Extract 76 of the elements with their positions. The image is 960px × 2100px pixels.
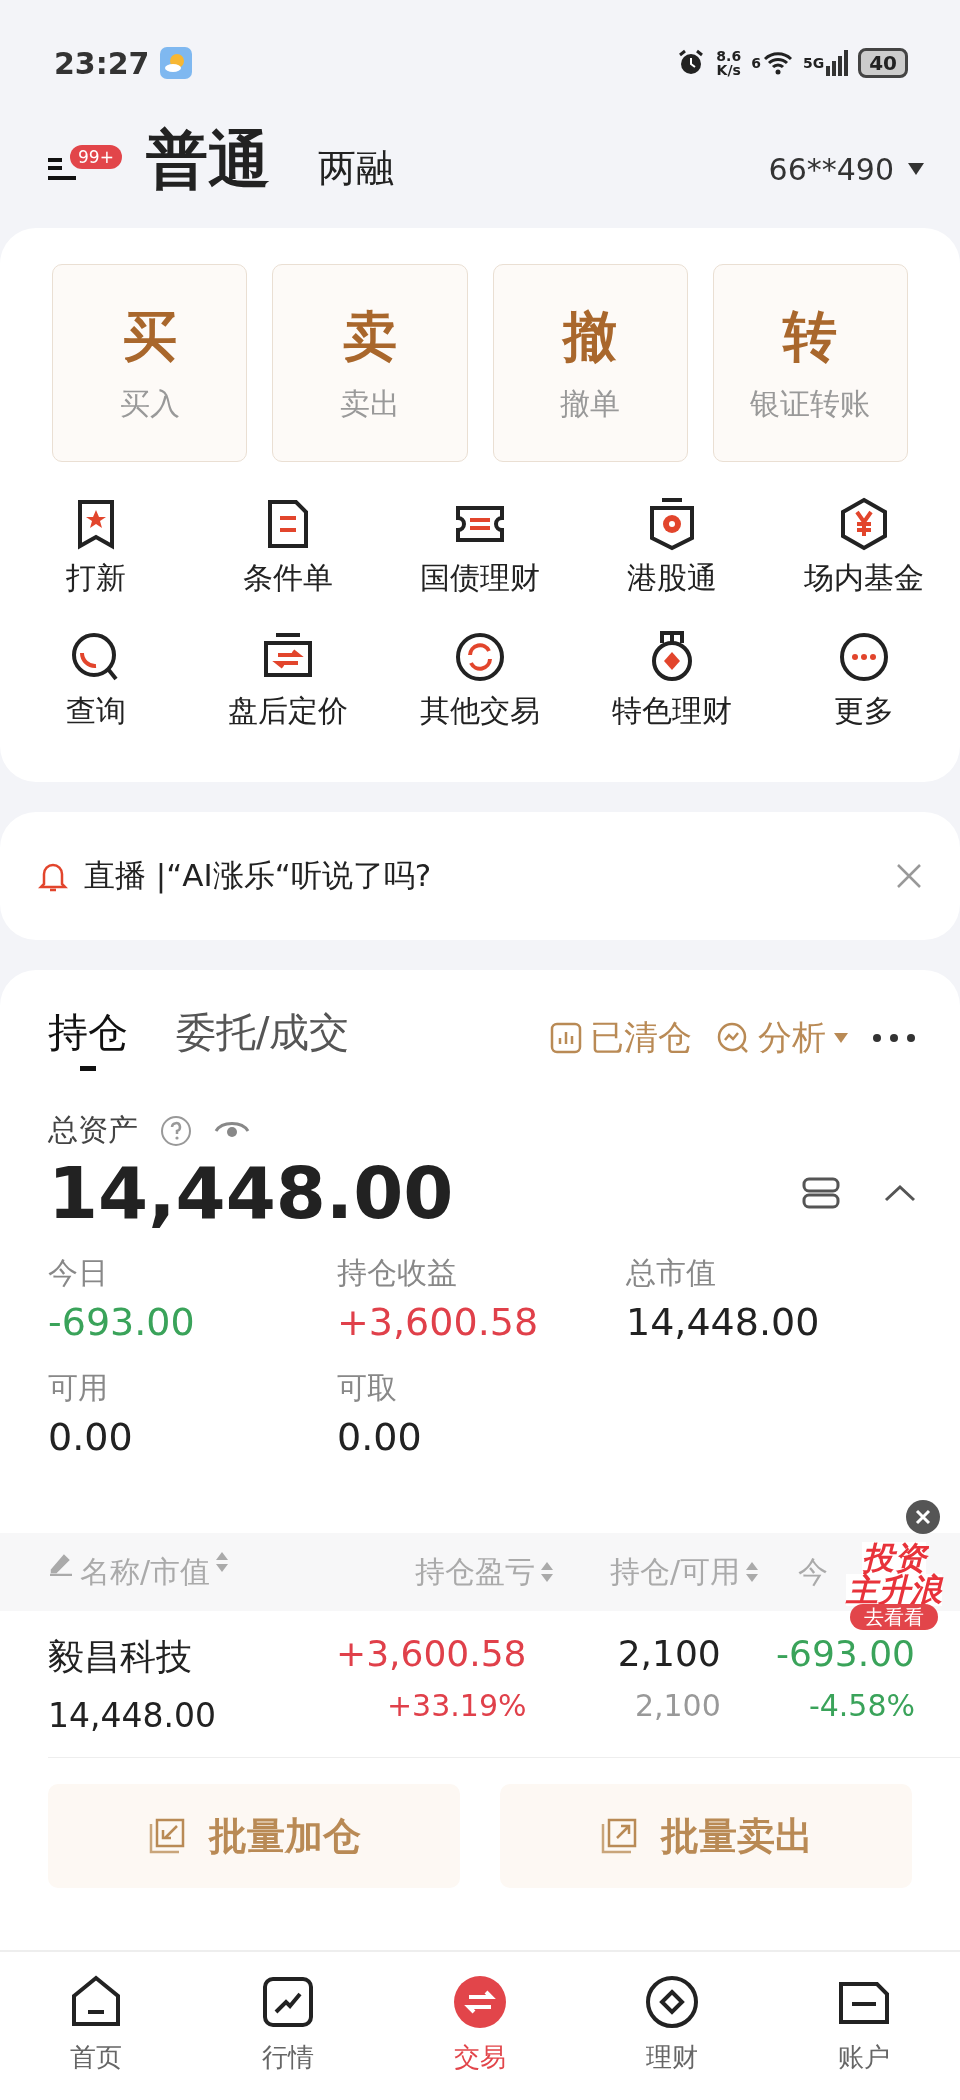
sort-icon[interactable] <box>746 1562 758 1582</box>
network-speed: 8.6 <box>716 49 742 63</box>
table-cell: 14,448.00 <box>48 1696 216 1735</box>
nav-tab[interactable]: 行情 <box>192 1952 384 2100</box>
trade-action-button[interactable]: 卖 卖出 <box>272 264 468 462</box>
total-assets-label: 总资产 <box>48 1111 138 1149</box>
close-icon[interactable] <box>896 863 922 889</box>
shortcut-item[interactable]: 条件单 <box>192 496 384 599</box>
collapse-icon[interactable] <box>884 1184 916 1202</box>
export-icon <box>599 1816 639 1856</box>
wifi-icon <box>762 51 793 75</box>
sort-icon[interactable] <box>216 1551 229 1572</box>
wifi-label: 6 <box>751 55 761 71</box>
holdings-tab[interactable]: 持仓 <box>48 1005 128 1071</box>
table-cell[interactable]: 毅昌科技 <box>48 1633 192 1682</box>
network-speed-unit: K/s <box>716 63 741 77</box>
sort-icon[interactable] <box>541 1562 553 1582</box>
table-cell: 2,100 <box>617 1633 721 1674</box>
caret-down-icon <box>908 163 924 175</box>
clock-time: 23:27 <box>54 45 150 81</box>
cellular-label: 5G <box>802 55 825 71</box>
bar-chart-icon <box>550 1022 582 1054</box>
holdings-tab[interactable]: 委托/成交 <box>176 1005 350 1071</box>
chart-icon <box>260 1974 316 2030</box>
shortcut-item[interactable]: 其他交易 <box>384 629 576 732</box>
table-cell: +33.19% <box>387 1688 527 1723</box>
stat-label: 总市值 <box>626 1254 717 1292</box>
shortcut-item[interactable]: 场内基金 <box>768 496 960 599</box>
trade-action-button[interactable]: 转 银证转账 <box>712 264 908 462</box>
shortcut-item[interactable]: 港股通 <box>576 496 768 599</box>
nav-tab[interactable]: 理财 <box>576 1952 768 2100</box>
shortcut-item[interactable]: 更多 <box>768 629 960 732</box>
table-cell: +3,600.58 <box>336 1633 527 1674</box>
shortcut-item[interactable]: 盘后定价 <box>192 629 384 732</box>
stat-label: 今日 <box>48 1254 109 1292</box>
trade-action-button[interactable]: 撤 撤单 <box>492 264 688 462</box>
mode-tab[interactable]: 两融 <box>318 143 394 194</box>
notice-text: 直播 |“AI涨乐“听说了吗? <box>84 856 432 896</box>
stat-label: 可取 <box>337 1369 398 1407</box>
nav-tab[interactable]: 账户 <box>768 1952 960 2100</box>
notice-banner[interactable]: 直播 |“AI涨乐“听说了吗? <box>0 812 960 940</box>
notification-badge: 99+ <box>70 145 122 169</box>
battery-level: 40 <box>858 48 908 78</box>
stat-value: -693.00 <box>48 1300 196 1344</box>
stat-value: 0.00 <box>337 1415 423 1459</box>
help-icon[interactable] <box>160 1114 192 1147</box>
diamond-coin-icon <box>644 1974 700 2030</box>
exchange-icon <box>452 1974 508 2030</box>
weather-icon <box>159 47 192 79</box>
stat-value: +3,600.58 <box>337 1300 540 1344</box>
caret-down-icon <box>834 1033 848 1043</box>
more-icon[interactable] <box>872 1033 916 1043</box>
stat-label: 持仓收益 <box>337 1254 458 1292</box>
trade-action-button[interactable]: 买 买入 <box>52 264 248 462</box>
column-header: 今 <box>798 1552 828 1591</box>
close-icon <box>913 1507 933 1527</box>
table-cell: -4.58% <box>808 1688 915 1723</box>
total-assets-value: 14,448.00 <box>48 1151 454 1235</box>
stat-label: 可用 <box>48 1369 109 1407</box>
stat-value: 14,448.00 <box>626 1300 821 1344</box>
shortcut-item[interactable]: 国债理财 <box>384 496 576 599</box>
close-button[interactable] <box>906 1500 940 1534</box>
signal-icon <box>826 50 849 76</box>
shortcut-item[interactable]: 查询 <box>0 629 192 732</box>
account-selector[interactable]: 66**490 <box>768 151 924 187</box>
layout-icon[interactable] <box>802 1177 840 1209</box>
nav-tab[interactable]: 首页 <box>0 1952 192 2100</box>
stat-value: 0.00 <box>48 1415 134 1459</box>
shortcut-item[interactable]: 特色理财 <box>576 629 768 732</box>
table-cell: 2,100 <box>634 1688 721 1723</box>
nav-tab[interactable]: 交易 <box>384 1952 576 2100</box>
trend-search-icon <box>716 1021 750 1055</box>
mode-tab[interactable]: 普通 <box>146 118 270 202</box>
menu-icon[interactable] <box>46 156 76 182</box>
import-icon <box>147 1816 187 1856</box>
shortcut-item[interactable]: 打新 <box>0 496 192 599</box>
